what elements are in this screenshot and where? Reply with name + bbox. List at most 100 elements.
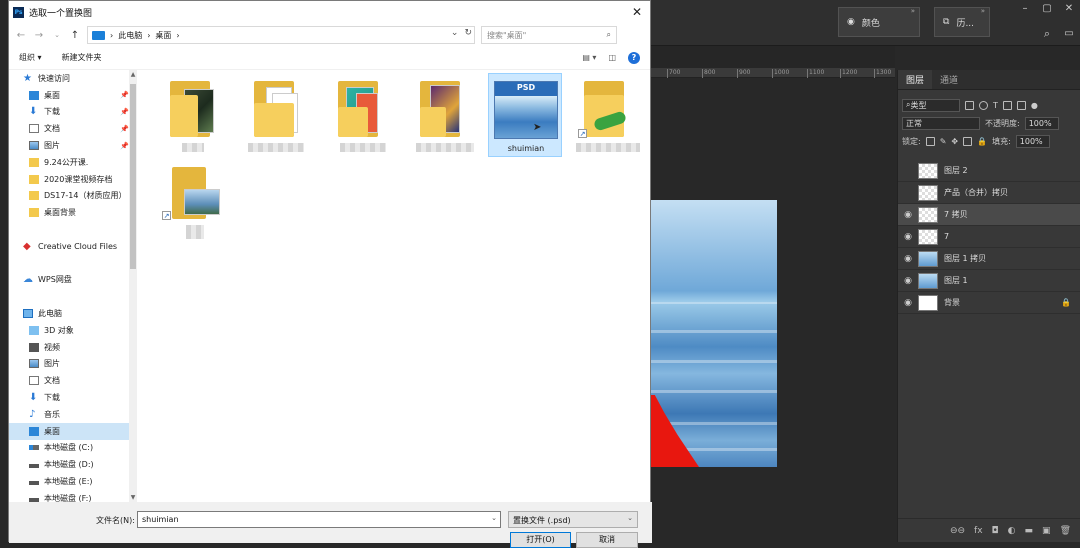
fill-input[interactable]: 100%: [1015, 134, 1050, 148]
search-icon[interactable]: ⌕: [1036, 28, 1058, 40]
shape-filter-icon[interactable]: [1002, 100, 1012, 110]
lock-pixels-icon[interactable]: [925, 136, 935, 146]
nav-item[interactable]: 此电脑: [9, 305, 137, 322]
eye-icon[interactable]: ◉: [898, 276, 918, 286]
new-folder-button[interactable]: 新建文件夹: [62, 52, 102, 63]
nav-item[interactable]: ☁ WPS网盘: [9, 272, 137, 289]
filter-toggle-icon[interactable]: ●: [1031, 101, 1038, 110]
cancel-button[interactable]: 取消: [576, 532, 638, 548]
scrollbar-thumb[interactable]: [130, 84, 136, 269]
trash-icon[interactable]: 🗑: [1060, 526, 1071, 536]
collapse-icon[interactable]: »: [911, 7, 915, 15]
scroll-down-icon[interactable]: ▼: [129, 494, 137, 501]
layer-row[interactable]: ◉ 图层 1 拷贝: [898, 248, 1080, 270]
eye-icon[interactable]: ◉: [898, 232, 918, 242]
adjustment-icon[interactable]: ◐: [1008, 526, 1016, 536]
nav-item[interactable]: ⬇ 下载 📌: [9, 104, 137, 121]
nav-item[interactable]: 本地磁盘 (E:): [9, 473, 137, 490]
mask-icon[interactable]: ◘: [992, 526, 999, 536]
nav-item[interactable]: 视频: [9, 339, 137, 356]
tab-channels[interactable]: 通道: [932, 70, 966, 89]
nav-item[interactable]: 文档 📌: [9, 120, 137, 137]
view-options-icon[interactable]: ▤ ▾: [582, 53, 596, 62]
chevron-down-icon[interactable]: ⌄: [491, 514, 497, 522]
nav-item[interactable]: 本地磁盘 (D:): [9, 456, 137, 473]
nav-item[interactable]: 图片 📌: [9, 137, 137, 154]
smart-filter-icon[interactable]: [1016, 100, 1026, 110]
eye-icon[interactable]: ◉: [898, 254, 918, 264]
preview-pane-icon[interactable]: ◫: [608, 53, 616, 62]
history-panel-tab[interactable]: ⧉ 历... »: [934, 7, 990, 37]
tab-layers[interactable]: 图层: [898, 70, 933, 89]
layer-row[interactable]: 图层 2: [898, 160, 1080, 182]
nav-item[interactable]: 图片: [9, 356, 137, 373]
link-layers-icon[interactable]: ⊖⊖: [950, 526, 965, 536]
folder-item[interactable]: [312, 73, 386, 157]
layer-filter-select[interactable]: ⌕ 类型: [902, 98, 960, 112]
open-button[interactable]: 打开(O): [510, 532, 571, 548]
layer-row[interactable]: ◉ 7: [898, 226, 1080, 248]
group-icon[interactable]: ▬: [1025, 526, 1034, 536]
lock-brush-icon[interactable]: ✎: [940, 137, 947, 146]
recent-dropdown-icon[interactable]: ⌄: [51, 31, 63, 39]
breadcrumb-separator[interactable]: ›: [110, 31, 113, 40]
nav-item[interactable]: 本地磁盘 (F:): [9, 490, 137, 502]
search-input[interactable]: 搜索"桌面" ⌕: [481, 26, 617, 44]
lock-artboard-icon[interactable]: [963, 136, 973, 146]
shortcut-item[interactable]: ↗: [154, 161, 228, 245]
lock-icon[interactable]: 🔒: [1061, 298, 1071, 307]
close-button[interactable]: ✕: [628, 4, 646, 20]
nav-item[interactable]: 2020课堂视频存档: [9, 171, 137, 188]
type-filter-icon[interactable]: T: [993, 101, 998, 110]
address-dropdown-icon[interactable]: ⌄: [451, 28, 459, 38]
help-icon[interactable]: ?: [628, 51, 640, 64]
up-arrow-icon[interactable]: ↑: [69, 30, 81, 41]
forward-arrow-icon[interactable]: →: [33, 30, 45, 41]
color-panel-tab[interactable]: ◉ 颜色 »: [838, 7, 920, 37]
eye-icon[interactable]: ◉: [898, 298, 918, 308]
nav-scrollbar[interactable]: ▲ ▼: [129, 70, 137, 502]
opacity-input[interactable]: 100%: [1024, 116, 1059, 130]
refresh-icon[interactable]: ↻: [464, 28, 472, 38]
filename-input[interactable]: shuimian ⌄: [137, 511, 501, 528]
organize-button[interactable]: 组织 ▾: [19, 52, 42, 63]
nav-item[interactable]: 9.24公开课.: [9, 154, 137, 171]
fx-icon[interactable]: fx: [974, 526, 983, 536]
shortcut-item[interactable]: ↗: [572, 73, 646, 157]
nav-item[interactable]: ★ 快速访问: [9, 70, 137, 87]
layer-row[interactable]: 产品（合并）拷贝: [898, 182, 1080, 204]
restore-button[interactable]: ▢: [1036, 3, 1058, 15]
close-app-button[interactable]: ✕: [1058, 3, 1080, 15]
breadcrumb-separator[interactable]: ›: [147, 31, 150, 40]
collapse-icon[interactable]: »: [981, 7, 985, 15]
file-shuimian[interactable]: PSD ➤ shuimian: [488, 73, 562, 157]
nav-item[interactable]: ◆ Creative Cloud Files: [9, 238, 137, 255]
layer-row[interactable]: ◉ 图层 1: [898, 270, 1080, 292]
nav-item[interactable]: 文档: [9, 372, 137, 389]
lock-all-icon[interactable]: 🔒: [977, 137, 987, 146]
folder-item[interactable]: [228, 73, 304, 157]
breadcrumb-separator[interactable]: ›: [176, 31, 179, 40]
nav-item[interactable]: 本地磁盘 (C:): [9, 440, 137, 457]
blend-mode-select[interactable]: 正常: [902, 116, 980, 130]
nav-item[interactable]: 桌面 📌: [9, 87, 137, 104]
breadcrumb-this-pc[interactable]: 此电脑: [118, 30, 142, 41]
adjustment-filter-icon[interactable]: [979, 100, 988, 110]
nav-item[interactable]: 3D 对象: [9, 322, 137, 339]
breadcrumb-desktop[interactable]: 桌面: [155, 30, 171, 41]
layer-row[interactable]: ◉ 7 拷贝: [898, 204, 1080, 226]
minimize-button[interactable]: –: [1014, 3, 1036, 15]
scroll-up-icon[interactable]: ▲: [129, 71, 137, 78]
workspace-icon[interactable]: ▭: [1058, 28, 1080, 40]
folder-item[interactable]: [142, 73, 216, 157]
folder-item[interactable]: [394, 73, 474, 157]
layer-row[interactable]: ◉ 背景 🔒: [898, 292, 1080, 314]
filetype-select[interactable]: 置换文件 (.psd) ⌄: [508, 511, 638, 528]
address-bar[interactable]: › 此电脑 › 桌面 › ⌄ ↻: [87, 26, 475, 44]
nav-item[interactable]: ♪ 音乐: [9, 406, 137, 423]
back-arrow-icon[interactable]: ←: [15, 30, 27, 41]
eye-icon[interactable]: ◉: [898, 210, 918, 220]
image-filter-icon[interactable]: [965, 100, 974, 110]
nav-item[interactable]: DS17-14（材质应用）: [9, 188, 137, 205]
lock-move-icon[interactable]: ✥: [951, 137, 958, 146]
